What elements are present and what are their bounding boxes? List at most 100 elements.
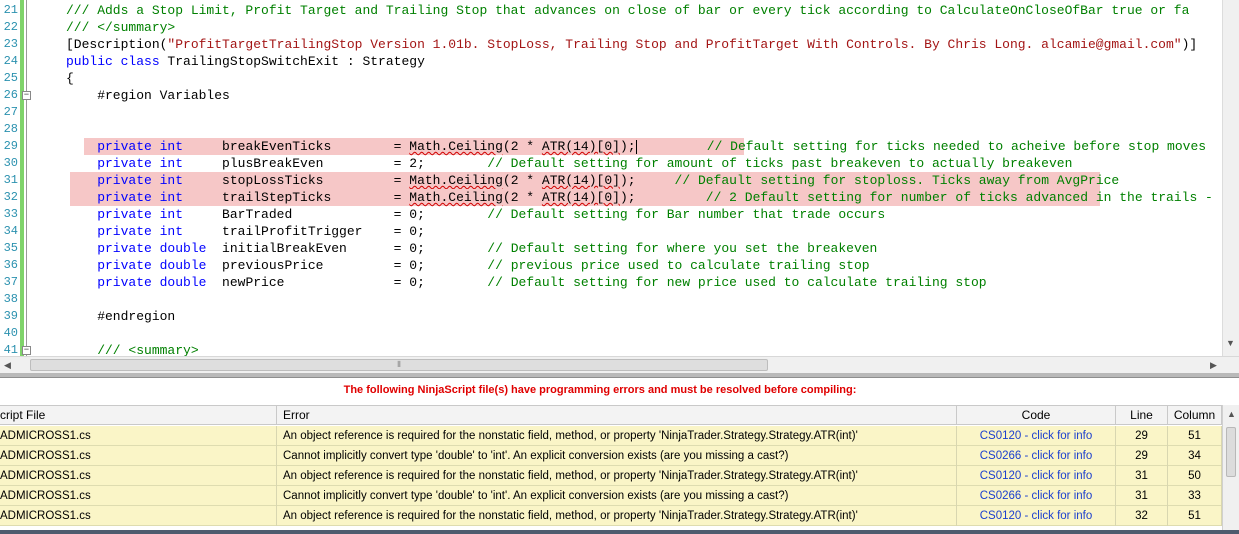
- cell-column: 33: [1168, 486, 1222, 506]
- code-line[interactable]: 23 [Description("ProfitTargetTrailingStop…: [0, 36, 1222, 53]
- error-row[interactable]: ADMICROSS1.cs Cannot implicitly convert t…: [0, 486, 1222, 506]
- code-lines[interactable]: 21 /// Adds a Stop Limit, Profit Target a…: [0, 2, 1222, 356]
- line-number: 23: [3, 37, 18, 51]
- code-line[interactable]: 33 private int BarTraded = 0; // Default…: [0, 206, 1222, 223]
- code-token: previousPrice = 0;: [206, 258, 488, 273]
- column-header-line[interactable]: Line: [1116, 406, 1168, 425]
- error-code-link[interactable]: CS0266 - click for info: [957, 446, 1116, 466]
- code-line[interactable]: 37 private double newPrice = 0; // Defau…: [0, 274, 1222, 291]
- code-token: breakEvenTicks =: [183, 139, 410, 154]
- code-line[interactable]: 41− /// <summary>: [0, 342, 1222, 356]
- comment-token: // Default setting for new price used to…: [487, 275, 987, 290]
- cell-column: 50: [1168, 466, 1222, 486]
- editor-horizontal-scrollbar[interactable]: ◀ ⦀ ▶: [0, 356, 1239, 373]
- error-squiggle-token: ATR(14)[0]: [541, 139, 620, 154]
- error-grid-scrollbar[interactable]: ▲: [1222, 405, 1239, 534]
- cell-line: 29: [1116, 446, 1168, 466]
- error-code-link[interactable]: CS0266 - click for info: [957, 486, 1116, 506]
- code-line[interactable]: 39 #endregion: [0, 308, 1222, 325]
- code-text[interactable]: #endregion: [66, 308, 175, 325]
- code-text[interactable]: private int plusBreakEven = 2; // Defaul…: [66, 155, 1072, 172]
- error-code-link[interactable]: CS0120 - click for info: [957, 506, 1116, 526]
- code-line[interactable]: 35 private double initialBreakEven = 0; …: [0, 240, 1222, 257]
- code-text[interactable]: private int breakEvenTicks = Math.Ceilin…: [66, 138, 1206, 155]
- code-text[interactable]: /// <summary>: [66, 342, 198, 356]
- code-token: initialBreakEven = 0;: [206, 241, 488, 256]
- collapse-icon[interactable]: −: [22, 91, 31, 100]
- code-editor[interactable]: 21 /// Adds a Stop Limit, Profit Target a…: [0, 0, 1239, 356]
- line-number: 38: [3, 292, 18, 306]
- comment-token: // Default setting for Bar number that t…: [487, 207, 886, 222]
- code-text[interactable]: private double initialBreakEven = 0; // …: [66, 240, 877, 257]
- code-line[interactable]: 30 private int plusBreakEven = 2; // Def…: [0, 155, 1222, 172]
- error-code-link[interactable]: CS0120 - click for info: [957, 466, 1116, 486]
- line-number: 36: [3, 258, 18, 272]
- code-text[interactable]: {: [66, 70, 74, 87]
- grid-scroll-thumb[interactable]: [1226, 427, 1236, 477]
- cell-error-message: An object reference is required for the …: [277, 426, 957, 446]
- scroll-right-arrow-icon[interactable]: ▶: [1210, 360, 1217, 371]
- comment-token: // Default setting for stoploss. Ticks a…: [674, 173, 1120, 188]
- code-text[interactable]: public class TrailingStopSwitchExit : St…: [66, 53, 425, 70]
- string-token: "ProfitTargetTrailingStop Version 1.01b.…: [167, 37, 1182, 52]
- cell-line: 32: [1116, 506, 1168, 526]
- code-line[interactable]: 31 private int stopLossTicks = Math.Ceil…: [0, 172, 1222, 189]
- code-line[interactable]: 27: [0, 104, 1222, 121]
- code-line[interactable]: 26− #region Variables: [0, 87, 1222, 104]
- horizontal-scroll-thumb[interactable]: ⦀: [30, 359, 768, 371]
- code-text[interactable]: private double previousPrice = 0; // pre…: [66, 257, 870, 274]
- error-code-link[interactable]: CS0120 - click for info: [957, 426, 1116, 446]
- code-line[interactable]: 22 /// </summary>: [0, 19, 1222, 36]
- code-text[interactable]: /// Adds a Stop Limit, Profit Target and…: [66, 2, 1189, 19]
- line-number: 28: [3, 122, 18, 136]
- code-text[interactable]: private double newPrice = 0; // Default …: [66, 274, 987, 291]
- scroll-up-arrow-icon[interactable]: ▲: [1227, 409, 1236, 419]
- collapse-icon[interactable]: −: [22, 346, 31, 355]
- comment-token: /// Adds a Stop Limit, Profit Target and…: [66, 3, 1190, 18]
- code-line[interactable]: 28: [0, 121, 1222, 138]
- keyword-token: public class: [66, 54, 160, 69]
- code-text[interactable]: #region Variables: [66, 87, 230, 104]
- keyword-token: private double: [66, 275, 207, 290]
- code-line[interactable]: 21 /// Adds a Stop Limit, Profit Target a…: [0, 2, 1222, 19]
- error-row[interactable]: ADMICROSS1.cs An object reference is requ…: [0, 466, 1222, 486]
- comment-token: // previous price used to calculate trai…: [487, 258, 870, 273]
- code-text[interactable]: /// </summary>: [66, 19, 175, 36]
- code-line[interactable]: 32 private int trailStepTicks = Math.Cei…: [0, 189, 1222, 206]
- error-grid-header: cript File Error Code Line Column: [0, 405, 1222, 425]
- code-line[interactable]: 29 private int breakEvenTicks = Math.Cei…: [0, 138, 1222, 155]
- column-header-column[interactable]: Column: [1168, 406, 1222, 425]
- scroll-left-arrow-icon[interactable]: ◀: [4, 360, 11, 371]
- error-list-panel: The following NinjaScript file(s) have p…: [0, 378, 1239, 534]
- code-line[interactable]: 25 {: [0, 70, 1222, 87]
- column-header-script-file[interactable]: cript File: [0, 406, 277, 425]
- column-header-code[interactable]: Code: [957, 406, 1116, 425]
- code-line[interactable]: 34 private int trailProfitTrigger = 0;: [0, 223, 1222, 240]
- error-squiggle-token: Math.Ceiling: [409, 190, 503, 205]
- code-line[interactable]: 38: [0, 291, 1222, 308]
- code-text[interactable]: [Description("ProfitTargetTrailingStop V…: [66, 36, 1197, 53]
- error-squiggle-token: ATR(14)[0]: [541, 190, 620, 205]
- cell-script-file: ADMICROSS1.cs: [0, 486, 277, 506]
- code-token: (2 *: [502, 190, 542, 205]
- comment-token: // 2 Default setting for number of ticks…: [705, 190, 1213, 205]
- code-line[interactable]: 40: [0, 325, 1222, 342]
- code-token: );: [619, 173, 675, 188]
- code-line[interactable]: 36 private double previousPrice = 0; // …: [0, 257, 1222, 274]
- keyword-token: private double: [66, 258, 207, 273]
- cell-line: 29: [1116, 426, 1168, 446]
- line-number: 25: [3, 71, 18, 85]
- error-row[interactable]: ADMICROSS1.cs Cannot implicitly convert t…: [0, 446, 1222, 466]
- code-text[interactable]: private int BarTraded = 0; // Default se…: [66, 206, 885, 223]
- code-token: (2 *: [502, 173, 542, 188]
- code-line[interactable]: 24 public class TrailingStopSwitchExit : …: [0, 53, 1222, 70]
- code-token: )]: [1181, 37, 1198, 52]
- error-row[interactable]: ADMICROSS1.cs An object reference is requ…: [0, 506, 1222, 526]
- editor-vertical-scrollbar[interactable]: ▼: [1222, 0, 1239, 356]
- scroll-down-arrow-icon[interactable]: ▼: [1226, 338, 1235, 348]
- column-header-error[interactable]: Error: [277, 406, 957, 425]
- code-text[interactable]: private int stopLossTicks = Math.Ceiling…: [66, 172, 1119, 189]
- error-row[interactable]: ADMICROSS1.cs An object reference is requ…: [0, 426, 1222, 446]
- code-text[interactable]: private int trailStepTicks = Math.Ceilin…: [66, 189, 1213, 206]
- code-text[interactable]: private int trailProfitTrigger = 0;: [66, 223, 425, 240]
